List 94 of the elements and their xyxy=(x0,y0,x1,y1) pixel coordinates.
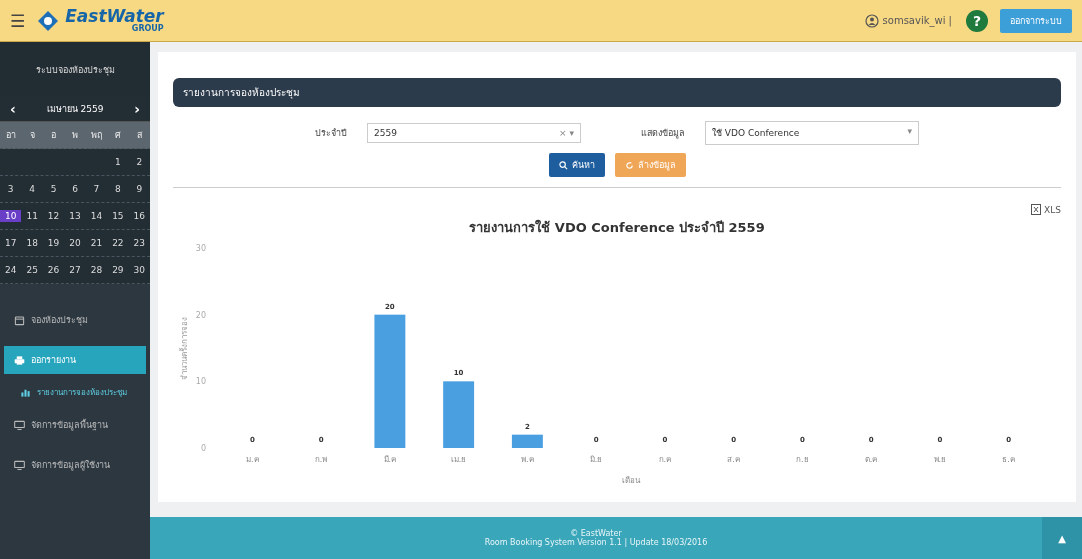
bar xyxy=(511,434,543,448)
weekday-label: อ xyxy=(50,129,58,142)
calendar-day[interactable]: 8 xyxy=(107,183,129,195)
tick-label: ก.ย xyxy=(796,455,809,464)
calendar-day[interactable]: 1 xyxy=(107,156,129,168)
calendar-day[interactable]: 10 xyxy=(0,210,22,222)
copyright-text: © EastWater xyxy=(570,529,622,538)
calendar-day[interactable]: 28 xyxy=(85,264,108,276)
panel-title: รายงานการจองห้องประชุม xyxy=(173,78,1061,107)
tick-label: พ.ค xyxy=(521,455,534,464)
sidebar-subitem[interactable]: รายงานการจองห้องประชุม xyxy=(0,386,150,399)
tick-label: ก.ค xyxy=(658,455,672,464)
calendar-day[interactable]: 15 xyxy=(107,210,129,222)
calendar-day[interactable]: 13 xyxy=(64,210,86,222)
filter-label: ประจำปี xyxy=(315,127,347,140)
weekday-label: จ xyxy=(28,129,36,142)
tick-label: ม.ค xyxy=(246,455,259,464)
weekday-label: พฤ xyxy=(89,129,103,142)
calendar-day[interactable]: 9 xyxy=(128,183,150,195)
calendar-day[interactable]: 3 xyxy=(0,183,22,195)
previous-month-button[interactable]: ‹ xyxy=(8,101,18,117)
calendar-day[interactable]: 25 xyxy=(21,264,43,276)
calendar-day[interactable]: 5 xyxy=(42,183,65,195)
logo-icon xyxy=(37,9,60,32)
tick-label: เม.ย xyxy=(450,455,467,464)
calendar-day[interactable]: 26 xyxy=(42,264,65,276)
tick-label: พ.ย xyxy=(933,455,947,464)
bar xyxy=(443,381,475,448)
next-month-button[interactable]: › xyxy=(132,101,142,117)
calendar-day[interactable]: 18 xyxy=(21,237,43,249)
calendar-day[interactable]: 21 xyxy=(85,237,108,249)
brand-name: EastWater xyxy=(65,8,164,25)
menu-icon[interactable]: ☰ xyxy=(10,10,26,31)
sidebar-item[interactable]: จัดการข้อมูลผู้ใช้งาน xyxy=(4,451,146,479)
bar-chart-icon xyxy=(20,387,31,398)
tick-label: 10 xyxy=(195,377,206,387)
calendar-day[interactable]: 27 xyxy=(64,264,86,276)
version-text: Room Booking System Version 1.1 | Update 18/03/2016 xyxy=(484,538,708,547)
calendar-day[interactable]: 16 xyxy=(128,210,150,222)
caret-icon: ▾ xyxy=(907,126,912,136)
calendar-day[interactable]: 7 xyxy=(85,183,108,195)
username: somsavik_wi | xyxy=(882,15,952,26)
calendar-day[interactable]: 14 xyxy=(85,210,108,222)
calendar-day[interactable]: 11 xyxy=(21,210,43,222)
calendar-day[interactable]: 12 xyxy=(42,210,65,222)
calendar-day[interactable]: 4 xyxy=(21,183,43,195)
monitor-icon xyxy=(14,419,25,431)
tick-label: 20 xyxy=(195,310,206,320)
monitor-icon xyxy=(14,459,25,471)
export-link[interactable]: XLS xyxy=(1044,204,1061,215)
axis-title: เดือน xyxy=(621,476,640,485)
calendar-month: เมษายน 2559 xyxy=(46,103,104,116)
calendar-day[interactable]: 19 xyxy=(42,237,65,249)
user-icon xyxy=(864,13,879,28)
tick-label: มี.ค xyxy=(383,455,397,464)
sidebar-title: ระบบจองห้องประชุม xyxy=(35,63,115,77)
spreadsheet-file-icon[interactable] xyxy=(1031,204,1042,215)
calendar-day[interactable]: 20 xyxy=(64,237,86,249)
calendar-day[interactable]: 2 xyxy=(128,156,150,168)
clear-icon[interactable]: × xyxy=(559,128,567,138)
calendar-day[interactable]: 22 xyxy=(107,237,129,249)
calendar-day[interactable]: 6 xyxy=(64,183,86,195)
tick-label: 30 xyxy=(195,244,206,253)
scroll-top-button[interactable]: ▲ xyxy=(1042,517,1082,559)
select-field[interactable]: ใช้ VDO Conference ▾ xyxy=(705,121,919,145)
tick-label: ธ.ค xyxy=(1002,455,1015,464)
caret-icon: ▾ xyxy=(569,128,574,138)
tick-label: ก.พ xyxy=(314,455,328,464)
weekday-label: อา xyxy=(4,129,17,142)
sidebar-item[interactable]: จองห้องประชุม xyxy=(4,306,146,334)
weekday-label: ส xyxy=(135,129,143,142)
printer-icon xyxy=(14,354,25,366)
tick-label: ต.ค xyxy=(864,455,878,464)
help-button[interactable]: ? xyxy=(966,9,988,32)
filter-label: แสดงข้อมูล xyxy=(641,127,685,140)
tick-label: 0 xyxy=(200,444,206,453)
calendar-icon xyxy=(14,314,25,326)
calendar-day[interactable]: 29 xyxy=(107,264,129,276)
axis-title: จำนวนครั้งการจอง xyxy=(180,316,189,380)
tick-label: มิ.ย xyxy=(589,455,603,464)
sidebar-item[interactable]: จัดการข้อมูลพื้นฐาน xyxy=(4,411,146,439)
select-field[interactable]: 2559 × ▾ xyxy=(367,123,581,143)
calendar-day[interactable]: 17 xyxy=(0,237,22,249)
refresh-icon xyxy=(624,160,634,170)
calendar-day[interactable]: 24 xyxy=(0,264,22,276)
search-icon xyxy=(558,160,568,170)
weekday-label: พ xyxy=(71,129,79,142)
tick-label: ส.ค xyxy=(727,455,740,464)
brand-subtitle: GROUP xyxy=(131,25,164,33)
calendar-day[interactable]: 23 xyxy=(128,237,150,249)
search-button[interactable]: ค้นหา xyxy=(548,153,605,177)
weekday-label: ศ xyxy=(113,129,122,142)
calendar-day[interactable]: 30 xyxy=(128,264,150,276)
chart-title: รายงานการใช้ VDO Conference ประจำปี 2559 xyxy=(468,218,766,237)
